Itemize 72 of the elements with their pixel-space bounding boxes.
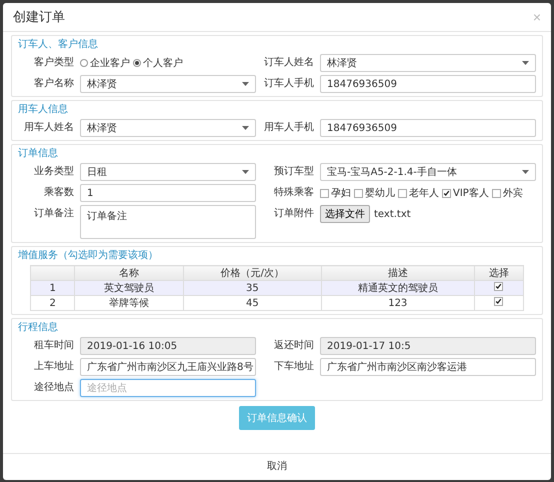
table-cell: 35 xyxy=(183,280,322,296)
field-label: 订车人姓名 xyxy=(263,56,315,70)
section-title: 用车人信息 xyxy=(18,102,69,116)
caret-icon xyxy=(242,126,249,130)
checkbox-label: VIP客人 xyxy=(453,186,489,200)
caret-icon xyxy=(522,170,529,174)
select-field[interactable]: 林泽贤 xyxy=(80,119,256,137)
checkbox-label: 孕妇 xyxy=(331,187,351,200)
section-title: 行程信息 xyxy=(18,320,59,334)
radio-label: 企业客户 xyxy=(90,56,130,70)
input-field[interactable]: 广东省广州市南沙区南沙客运港 xyxy=(320,358,536,376)
column-header: 价格（元/次） xyxy=(183,266,322,280)
radio-button[interactable] xyxy=(80,59,88,67)
checkbox-label: 外宾 xyxy=(502,186,523,200)
field-label: 特殊乘客 xyxy=(273,186,315,200)
checkbox[interactable] xyxy=(354,188,363,198)
table-cell: 45 xyxy=(183,296,322,310)
table-cell: 精通英文的驾驶员 xyxy=(321,280,474,296)
field-label: 上车地址 xyxy=(33,360,75,374)
cancel-button[interactable]: 取消 xyxy=(261,458,293,474)
select-field[interactable]: 林泽贤 xyxy=(80,75,256,93)
caret-icon xyxy=(242,82,249,86)
column-header: 名称 xyxy=(74,266,184,280)
checkbox[interactable] xyxy=(494,297,504,306)
section-title: 增值服务（勾选即为需要该项） xyxy=(18,248,159,262)
caret-icon xyxy=(242,170,249,174)
select-field[interactable]: 宝马-宝马A5-2-1.4-手自一体 xyxy=(320,163,536,181)
input-field[interactable]: 1 xyxy=(80,184,256,202)
table-cell: 英文驾驶员 xyxy=(74,280,184,296)
field-label: 订单附件 xyxy=(273,206,315,221)
select-field[interactable]: 日租 xyxy=(80,163,256,181)
field-label: 订单备注 xyxy=(33,206,75,221)
field-label: 租车时间 xyxy=(33,338,75,353)
field-label: 返还时间 xyxy=(273,338,315,353)
column-header: 描述 xyxy=(321,266,474,280)
field-label: 下车地址 xyxy=(273,360,315,374)
input-field[interactable]: 2019-01-16 10:05 xyxy=(80,337,256,355)
column-header: 选择 xyxy=(474,266,524,280)
textarea-field[interactable]: 订单备注 xyxy=(80,205,256,239)
field-label: 途径地点 xyxy=(33,380,75,395)
checkbox[interactable] xyxy=(494,282,504,291)
field-label: 业务类型 xyxy=(33,164,75,179)
section-title: 订车人、客户信息 xyxy=(18,38,99,51)
field-label: 预订车型 xyxy=(273,164,315,179)
checkbox-label: 老年人 xyxy=(409,186,439,200)
field-label: 客户名称 xyxy=(33,76,75,91)
field-label: 用车人姓名 xyxy=(23,120,75,135)
checkbox[interactable] xyxy=(398,188,407,198)
input-field[interactable]: 广东省广州市南沙区九王庙兴业路8号 xyxy=(80,358,256,376)
radio-label: 个人客户 xyxy=(143,56,183,70)
radio-button[interactable] xyxy=(133,59,141,67)
choose-file-button[interactable]: 选择文件 xyxy=(320,205,370,223)
table-cell: 123 xyxy=(321,296,474,310)
field-label: 订车人手机 xyxy=(263,76,315,91)
field-label: 乘客数 xyxy=(43,186,75,200)
table-cell: 举牌等候 xyxy=(74,296,184,310)
dialog-title: 创建订单 xyxy=(13,9,65,26)
checkbox-label: 婴幼儿 xyxy=(365,186,395,200)
table-cell: 1 xyxy=(30,280,75,296)
field-label: 用车人手机 xyxy=(263,120,315,135)
field-label: 客户类型 xyxy=(33,56,75,70)
select-field[interactable]: 林泽贤 xyxy=(320,54,536,72)
checkbox[interactable] xyxy=(492,188,501,198)
table-cell: 2 xyxy=(30,296,75,310)
section-title: 订单信息 xyxy=(18,146,59,160)
checkbox[interactable] xyxy=(442,188,451,198)
input-field[interactable]: 18476936509 xyxy=(320,75,536,93)
checkbox[interactable] xyxy=(320,188,329,198)
caret-icon xyxy=(522,61,529,65)
input-field[interactable]: 2019-01-17 10:5 xyxy=(320,337,536,355)
file-name: text.txt xyxy=(374,208,411,220)
input-field[interactable]: 18476936509 xyxy=(320,119,536,137)
